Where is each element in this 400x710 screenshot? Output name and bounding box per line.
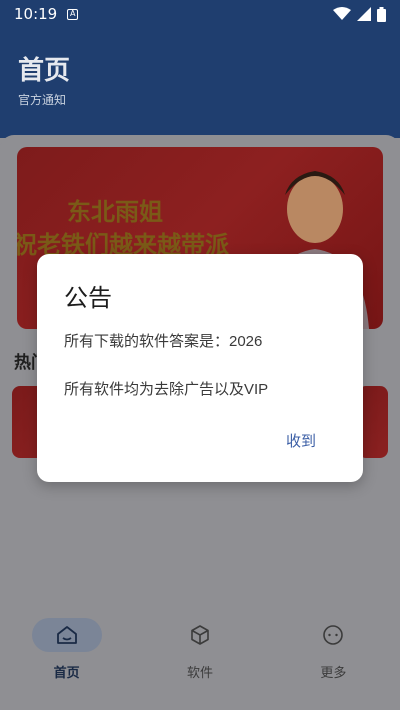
page-subtitle: 官方通知 [18, 93, 67, 107]
banner-line1: 东北雨姐 [67, 197, 163, 226]
status-bar: 10:19 A [0, 0, 400, 28]
nav-label-home: 首页 [53, 666, 80, 681]
bottom-nav: 首页 软件 更多 [0, 612, 400, 710]
signal-icon [357, 7, 371, 21]
nav-item-more[interactable]: 更多 [267, 612, 400, 710]
status-icons [333, 6, 386, 22]
dialog-title: 公告 [64, 285, 112, 312]
page-title: 首页 [18, 56, 71, 86]
battery-icon [377, 6, 386, 22]
nav-label-more: 更多 [320, 666, 347, 681]
app-header: 首页 官方通知 [0, 28, 400, 138]
nav-item-home[interactable]: 首页 [0, 612, 133, 710]
dialog-ok-button[interactable]: 收到 [286, 430, 316, 451]
dialog-message-line1: 所有下载的软件答案是：2026 [64, 333, 263, 350]
home-icon [56, 626, 77, 644]
more-icon [323, 625, 344, 645]
nav-item-software[interactable]: 软件 [133, 612, 266, 710]
nav-home-pill [31, 618, 102, 652]
app-a-icon: A [67, 8, 79, 20]
dialog-message-line2: 所有软件均为去除广告以及VIP [64, 381, 269, 398]
nav-software-pill [165, 618, 235, 652]
announcement-dialog: 公告 所有下载的软件答案是：2026 所有软件均为去除广告以及VIP 收到 [37, 254, 363, 482]
nav-more-pill [298, 618, 368, 652]
wifi-icon [333, 7, 351, 20]
status-time: 10:19 [14, 5, 58, 23]
cube-icon [191, 625, 209, 645]
nav-label-software: 软件 [186, 666, 213, 681]
